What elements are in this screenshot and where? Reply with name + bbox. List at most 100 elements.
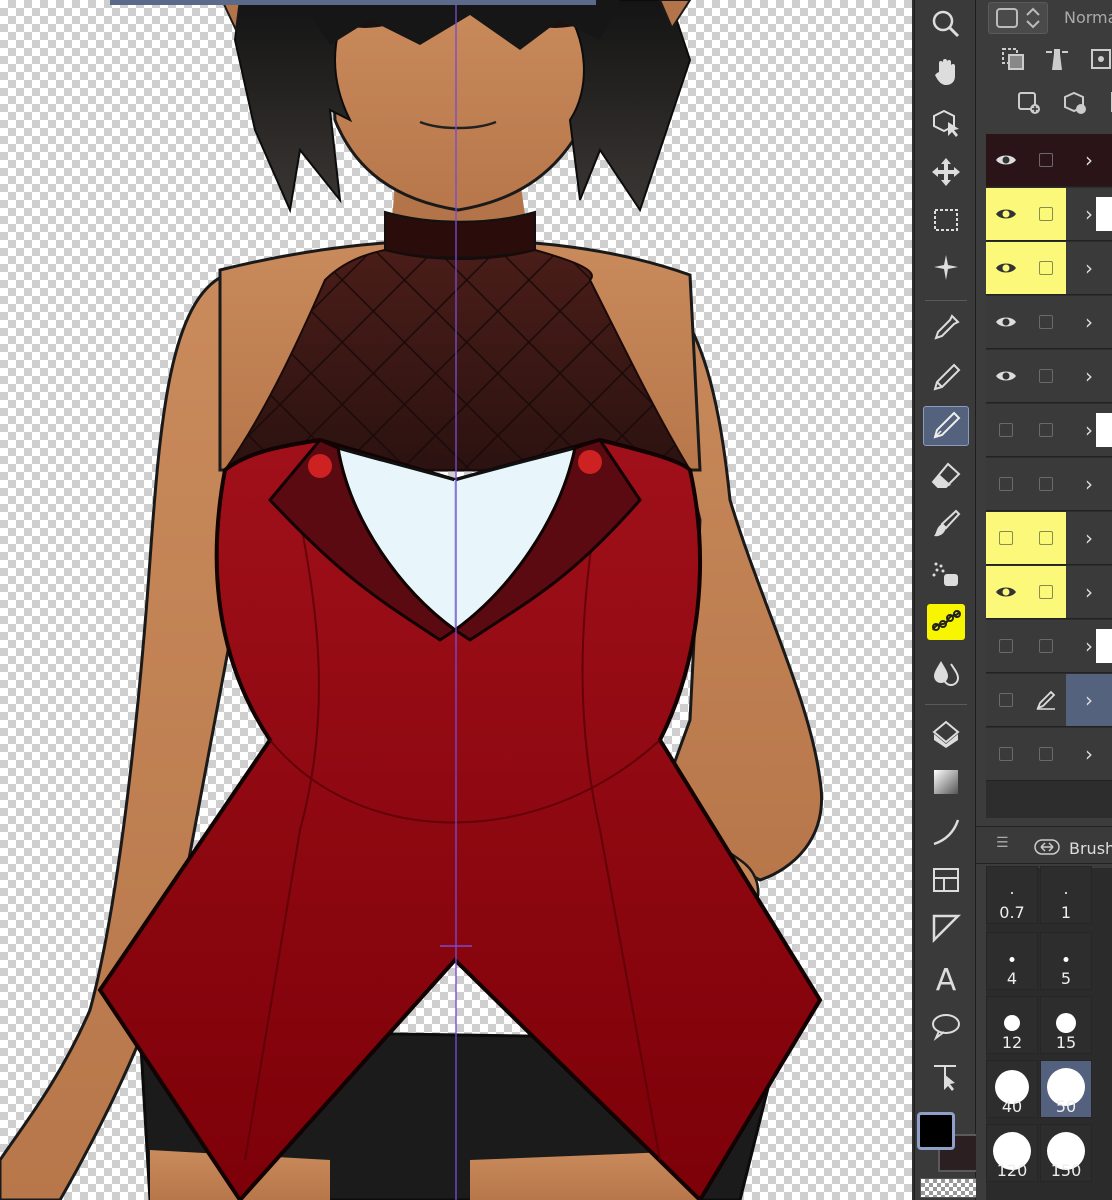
- brush-size-option[interactable]: 5: [1040, 932, 1092, 990]
- layer-lock-checkbox[interactable]: [1026, 296, 1066, 348]
- hand-icon[interactable]: [923, 52, 969, 92]
- layer-lock-checkbox[interactable]: [1026, 404, 1066, 456]
- copy-layer-icon[interactable]: [1000, 46, 1026, 72]
- layer-expand-chevron-icon[interactable]: ›: [1066, 134, 1112, 186]
- layer-lock-checkbox[interactable]: [1026, 458, 1066, 510]
- brush-size-label: 5: [1060, 969, 1072, 988]
- layer-lock-checkbox[interactable]: [1026, 350, 1066, 402]
- brush-size-option[interactable]: 1: [1040, 866, 1092, 924]
- brush-size-option[interactable]: 15: [1040, 996, 1092, 1054]
- brush-size-panel-header: ☰ Brush: [976, 826, 1112, 864]
- new-3d-layer-icon[interactable]: [1062, 90, 1088, 116]
- layer-expand-chevron-icon[interactable]: ›: [1066, 728, 1112, 780]
- layer-lock-checkbox[interactable]: [1026, 134, 1066, 186]
- airbrush-icon[interactable]: [923, 554, 969, 594]
- drawing-canvas[interactable]: [0, 0, 912, 1200]
- layer-visibility-eye-icon[interactable]: [986, 296, 1026, 348]
- layer-expand-chevron-icon[interactable]: ›: [1066, 350, 1112, 402]
- ruler-icon[interactable]: [923, 908, 969, 948]
- layer-row[interactable]: ›: [986, 674, 1112, 727]
- layer-row[interactable]: ›: [986, 134, 1112, 187]
- tool-palette: A: [914, 0, 976, 1200]
- brush-size-option[interactable]: 0.7: [986, 866, 1038, 924]
- zoom-tool-magnifier-icon[interactable]: [923, 4, 969, 44]
- text-icon[interactable]: A: [923, 958, 969, 998]
- layer-visibility-eye-icon[interactable]: [986, 134, 1026, 186]
- layer-list: › › › › › › › › › › › ›: [986, 134, 1112, 818]
- blend-icon[interactable]: [923, 652, 969, 692]
- layer-expand-chevron-icon[interactable]: ›: [1066, 566, 1112, 618]
- layer-lock-checkbox[interactable]: [1026, 566, 1066, 618]
- layer-expand-chevron-icon[interactable]: ›: [1066, 512, 1112, 564]
- object-select-icon[interactable]: [923, 102, 969, 142]
- layer-lock-checkbox[interactable]: [1026, 242, 1066, 294]
- pen-nib-icon[interactable]: [923, 358, 969, 398]
- layer-lock-checkbox[interactable]: [1026, 512, 1066, 564]
- layer-expand-chevron-icon[interactable]: ›: [1066, 458, 1112, 510]
- svg-text:A: A: [936, 963, 957, 994]
- lock-layer-icon[interactable]: [1088, 46, 1112, 72]
- brush-size-preview-dot: [1011, 892, 1013, 894]
- gradient-icon[interactable]: [923, 762, 969, 802]
- lighthouse-icon[interactable]: [1044, 46, 1070, 72]
- layer-visibility-checkbox[interactable]: [986, 512, 1026, 564]
- eyedropper-icon[interactable]: [923, 308, 969, 348]
- panel-menu-icon[interactable]: ☰: [996, 835, 1009, 851]
- layer-visibility-checkbox[interactable]: [986, 458, 1026, 510]
- brush-size-tab-icon[interactable]: [1034, 839, 1060, 855]
- layer-row[interactable]: ›: [986, 566, 1112, 619]
- layer-visibility-eye-icon[interactable]: [986, 188, 1026, 240]
- correct-line-icon[interactable]: [923, 1056, 969, 1096]
- brush-size-option[interactable]: 12: [986, 996, 1038, 1054]
- layer-row[interactable]: ›: [986, 242, 1112, 295]
- layer-row[interactable]: ›: [986, 188, 1112, 241]
- brush-size-option[interactable]: 150: [1040, 1124, 1092, 1182]
- layer-expand-chevron-icon[interactable]: ›: [1066, 674, 1112, 726]
- eraser-icon[interactable]: [923, 456, 969, 496]
- curve-icon[interactable]: [923, 812, 969, 852]
- artwork-illustration: [0, 0, 823, 1200]
- layer-lock-checkbox[interactable]: [1026, 620, 1066, 672]
- new-folder-icon[interactable]: [1102, 90, 1112, 116]
- layer-lock-checkbox[interactable]: [1026, 728, 1066, 780]
- marquee-icon[interactable]: [923, 200, 969, 240]
- layer-visibility-eye-icon[interactable]: [986, 566, 1026, 618]
- brush-size-option[interactable]: 120: [986, 1124, 1038, 1182]
- transparent-color-swatch[interactable]: [920, 1178, 982, 1198]
- fill-bucket-icon[interactable]: [923, 714, 969, 754]
- pencil-icon[interactable]: [923, 406, 969, 446]
- layer-visibility-checkbox[interactable]: [986, 620, 1026, 672]
- brush-size-option[interactable]: 50: [1040, 1060, 1092, 1118]
- toolbar-divider: [925, 300, 967, 301]
- new-raster-layer-icon[interactable]: [1016, 90, 1042, 116]
- move-icon[interactable]: [923, 152, 969, 192]
- layer-editing-pencil-icon[interactable]: [1026, 674, 1066, 726]
- layer-row[interactable]: ›: [986, 296, 1112, 349]
- layer-row[interactable]: ›: [986, 350, 1112, 403]
- blend-mode-label[interactable]: Norma: [1064, 8, 1112, 27]
- brush-size-label: 50: [1055, 1097, 1077, 1116]
- layer-visibility-eye-icon[interactable]: [986, 242, 1026, 294]
- brush-icon[interactable]: [923, 504, 969, 544]
- layer-expand-chevron-icon[interactable]: ›: [1066, 242, 1112, 294]
- layer-property-box[interactable]: [988, 2, 1048, 34]
- layer-row[interactable]: ›: [986, 458, 1112, 511]
- layer-row[interactable]: ›: [986, 728, 1112, 781]
- frame-border-icon[interactable]: [923, 860, 969, 900]
- main-color-swatch[interactable]: [917, 1112, 955, 1150]
- layer-visibility-checkbox[interactable]: [986, 404, 1026, 456]
- layer-visibility-checkbox[interactable]: [986, 728, 1026, 780]
- layer-visibility-eye-icon[interactable]: [986, 350, 1026, 402]
- brush-size-option[interactable]: 4: [986, 932, 1038, 990]
- brush-size-option[interactable]: 40: [986, 1060, 1038, 1118]
- layer-visibility-checkbox[interactable]: [986, 674, 1026, 726]
- layer-expand-chevron-icon[interactable]: ›: [1066, 296, 1112, 348]
- layer-row[interactable]: ›: [986, 512, 1112, 565]
- layer-lock-checkbox[interactable]: [1026, 188, 1066, 240]
- speech-balloon-icon[interactable]: [923, 1006, 969, 1046]
- layer-row[interactable]: ›: [986, 404, 1112, 457]
- layer-thumbnail: [1096, 629, 1112, 663]
- layer-row[interactable]: ›: [986, 620, 1112, 673]
- decoration-icon[interactable]: [927, 604, 965, 640]
- magic-wand-icon[interactable]: [923, 248, 969, 288]
